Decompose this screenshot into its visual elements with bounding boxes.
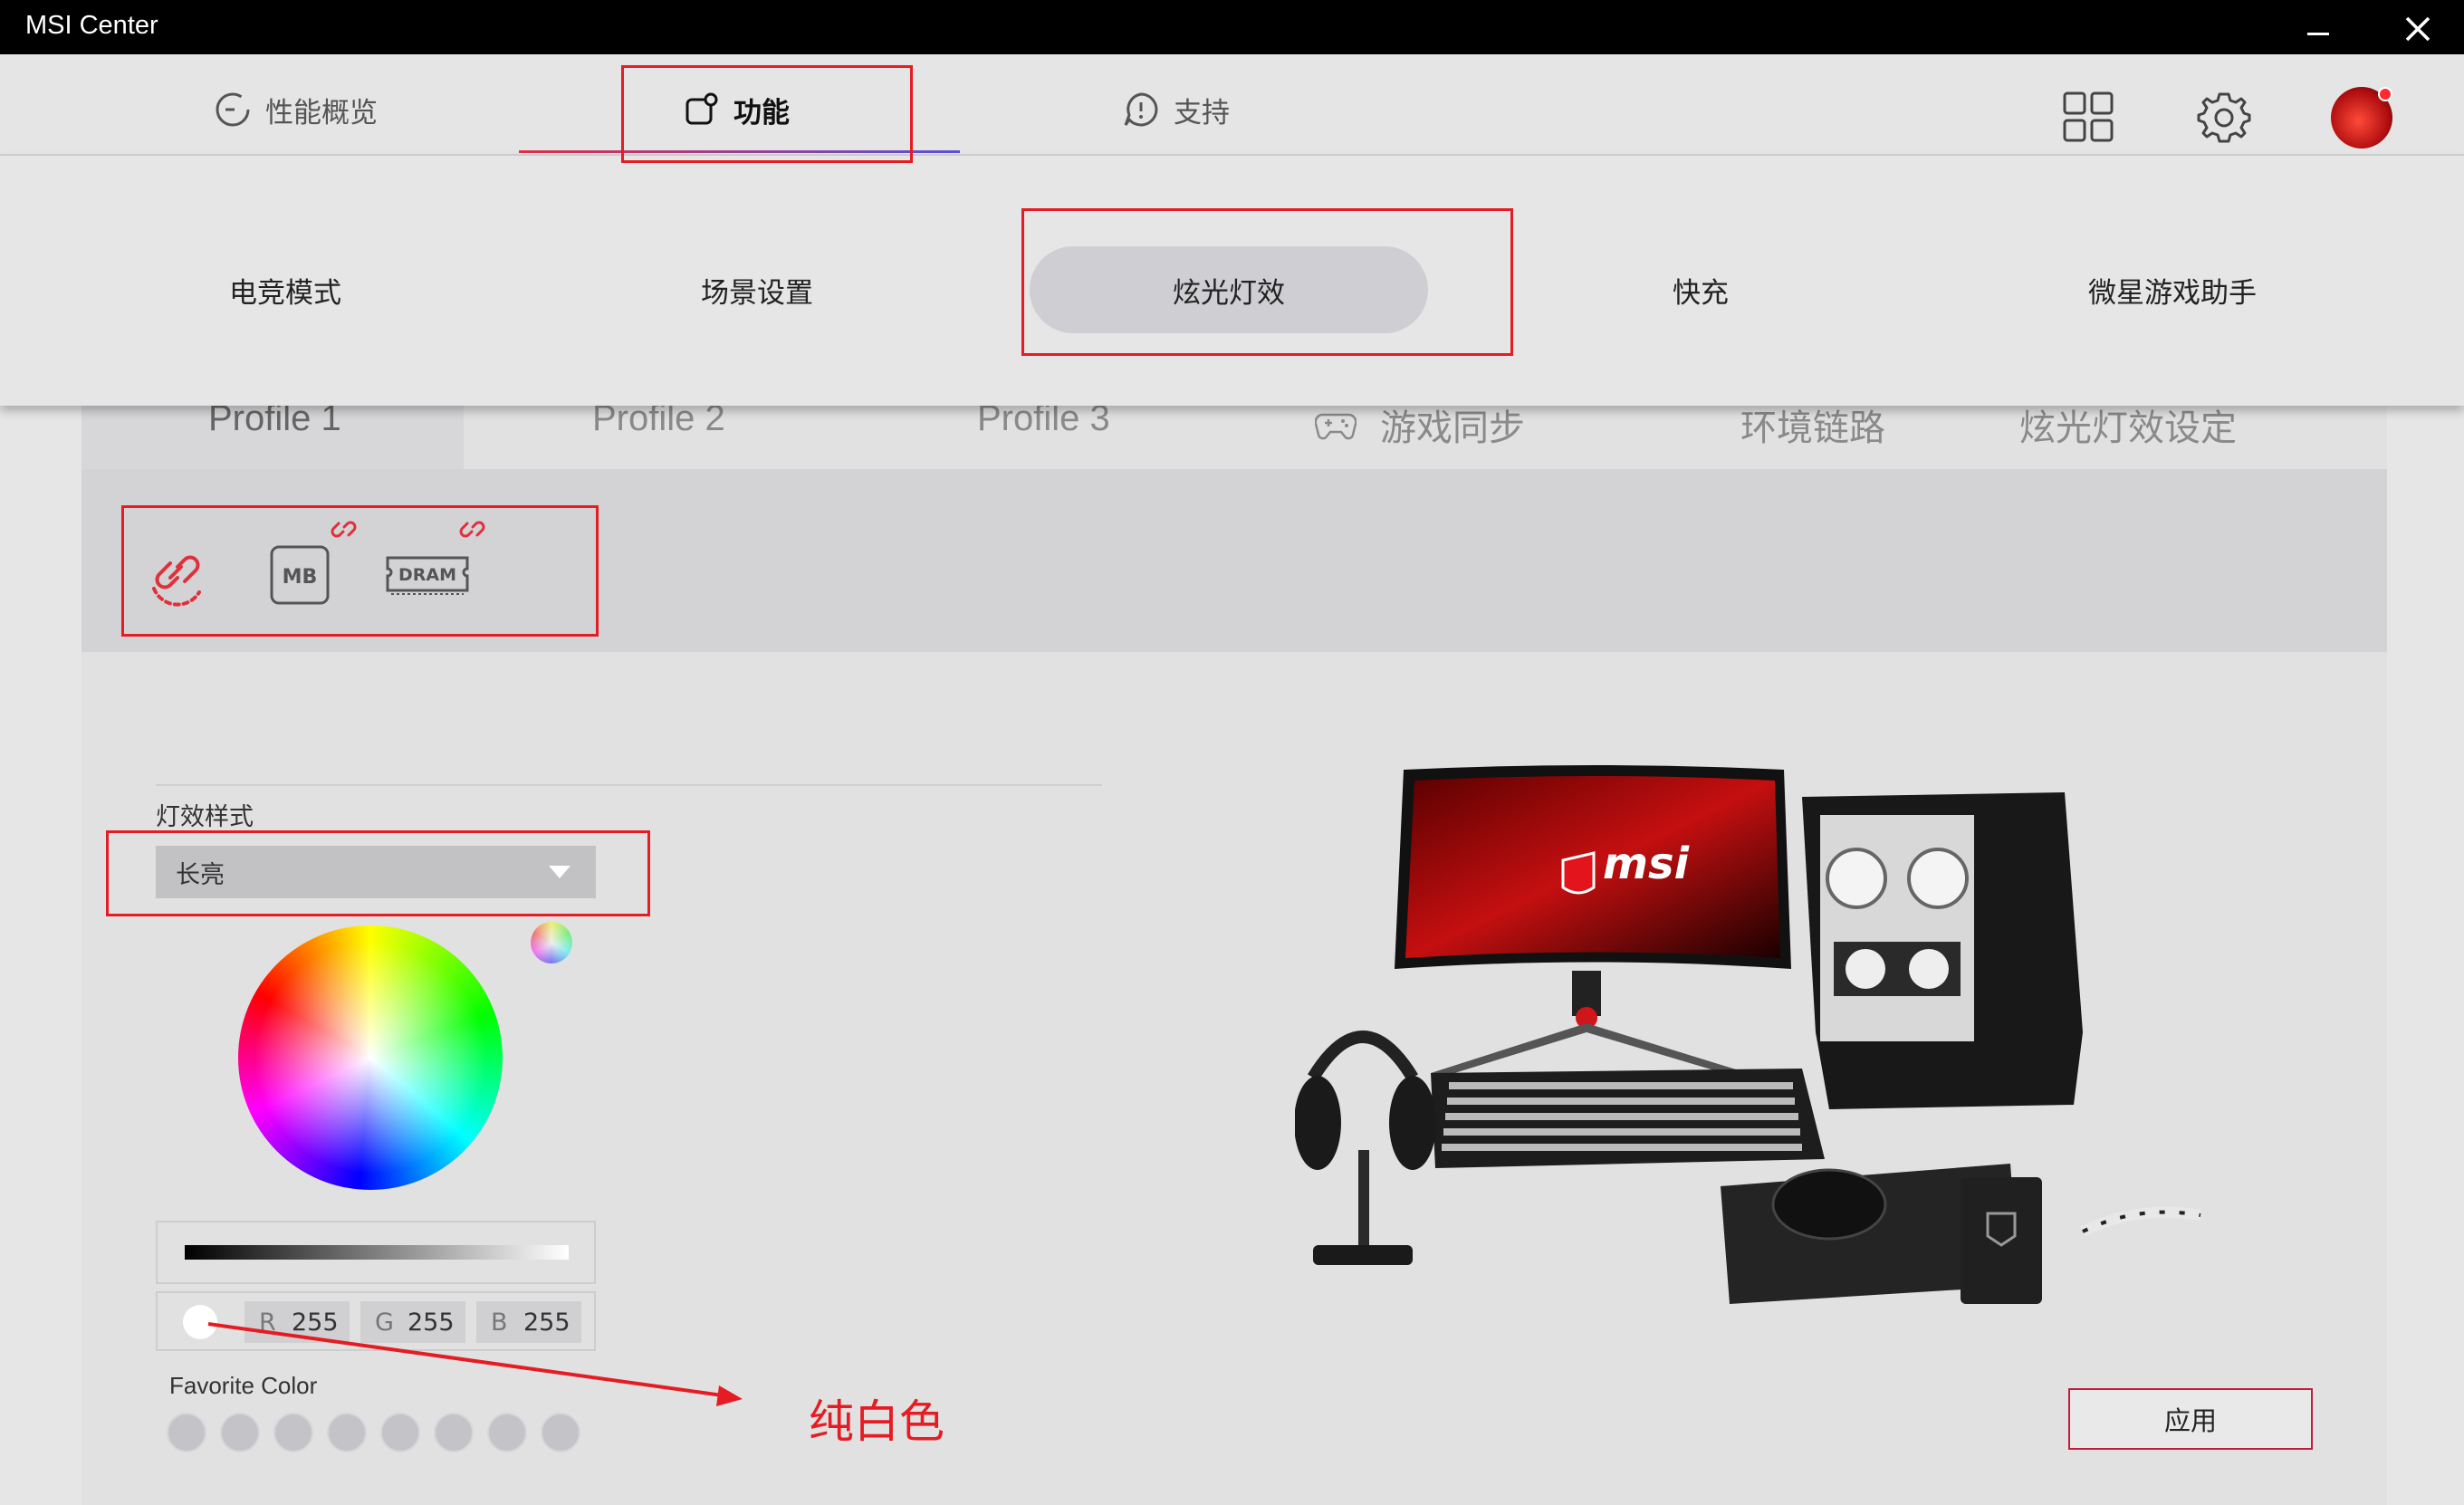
color-wheel-thumbnail[interactable]	[531, 922, 572, 963]
grid-icon	[2063, 91, 2114, 142]
window-title: MSI Center	[25, 11, 158, 40]
effect-style-label: 灯效样式	[156, 803, 254, 831]
notification-dot	[2378, 87, 2392, 101]
submenu-fast-charge[interactable]: 快充	[1501, 246, 1900, 333]
svg-text:msi: msi	[1603, 839, 1690, 889]
tab-ambient-link[interactable]: 环境链路	[1740, 398, 1885, 451]
annotation-box-features	[621, 65, 913, 163]
tab-label: 性能概览	[265, 96, 378, 129]
close-icon	[2405, 16, 2430, 42]
annotation-box-effect-style	[106, 830, 650, 916]
gamepad-icon	[1315, 413, 1357, 440]
annotation-text: 纯白色	[809, 1395, 944, 1448]
submenu-scenario[interactable]: 场景设置	[558, 246, 956, 333]
tab-label: 支持	[1174, 96, 1230, 129]
tab-support[interactable]: 支持	[1121, 87, 1230, 132]
settings-gear-icon	[2197, 92, 2251, 143]
settings-button[interactable]	[2197, 91, 2251, 145]
annotation-arrow	[207, 1322, 743, 1406]
submenu-game-assistant[interactable]: 微星游戏助手	[1973, 246, 2372, 333]
chat-icon	[1124, 92, 1158, 127]
close-button[interactable]	[2391, 0, 2445, 54]
title-bar: MSI Center	[0, 0, 2464, 54]
tab-performance-overview[interactable]: 性能概览	[213, 87, 378, 132]
main-nav: 性能概览 功能 支持	[0, 54, 2464, 156]
grid-button[interactable]	[2062, 91, 2116, 145]
apply-button[interactable]: 应用	[2068, 1388, 2313, 1450]
user-avatar[interactable]	[2331, 87, 2392, 149]
submenu-esports-mode[interactable]: 电竞模式	[86, 246, 484, 333]
msi-gaming-setup-image: msi	[1295, 765, 2202, 1304]
brightness-gradient	[185, 1245, 569, 1260]
tab-game-sync[interactable]: 游戏同步	[1315, 398, 1525, 451]
section-divider	[156, 784, 1102, 786]
gauge-icon	[216, 92, 250, 127]
tab-light-settings[interactable]: 炫光灯效设定	[2019, 398, 2237, 451]
color-wheel[interactable]	[238, 925, 503, 1190]
brightness-slider[interactable]	[156, 1221, 596, 1284]
minimize-button[interactable]	[2300, 0, 2338, 54]
annotation-box-devices	[121, 505, 599, 637]
annotation-box-mystic-light	[1021, 208, 1513, 356]
